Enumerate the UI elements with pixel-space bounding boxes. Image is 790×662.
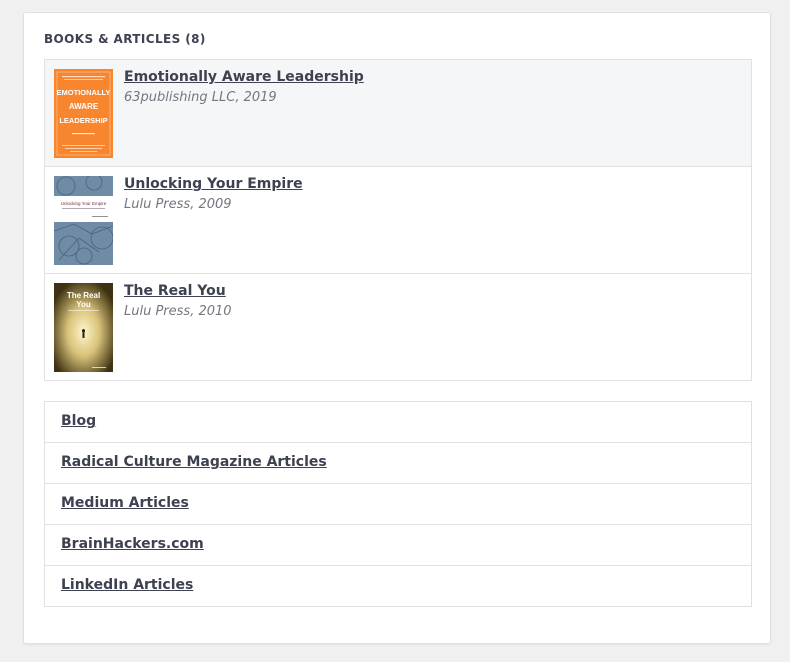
link-row-linkedin: LinkedIn Articles <box>45 565 751 606</box>
medium-articles-link[interactable]: Medium Articles <box>61 495 189 511</box>
svg-text:AWARE: AWARE <box>69 102 99 111</box>
link-row-medium: Medium Articles <box>45 483 751 524</box>
radical-culture-magazine-link[interactable]: Radical Culture Magazine Articles <box>61 454 327 470</box>
book-cover-image[interactable]: EMOTIONALLY AWARE LEADERSHIP <box>54 69 113 158</box>
book-item: Unlocking Your Empire Unlocking Your Emp… <box>45 166 751 273</box>
book-item: The Real You The Real You Lulu Press, 20… <box>45 273 751 380</box>
svg-text:The Real: The Real <box>67 291 100 300</box>
link-row-blog: Blog <box>45 402 751 442</box>
link-row-brainhackers: BrainHackers.com <box>45 524 751 565</box>
book-cover-image[interactable]: The Real You <box>54 283 113 372</box>
link-row-radical-culture: Radical Culture Magazine Articles <box>45 442 751 483</box>
article-link-list: Blog Radical Culture Magazine Articles M… <box>44 401 752 607</box>
linkedin-articles-link[interactable]: LinkedIn Articles <box>61 577 193 593</box>
book-list: EMOTIONALLY AWARE LEADERSHIP Emotionally… <box>44 59 752 381</box>
book-title-link[interactable]: Unlocking Your Empire <box>124 176 303 192</box>
book-item: EMOTIONALLY AWARE LEADERSHIP Emotionally… <box>45 60 751 166</box>
svg-text:LEADERSHIP: LEADERSHIP <box>59 116 107 125</box>
section-title: BOOKS & ARTICLES (8) <box>44 32 206 46</box>
book-publisher-year: 63publishing LLC, 2019 <box>124 90 277 105</box>
book-cover-image[interactable]: Unlocking Your Empire <box>54 176 113 265</box>
book-title-link[interactable]: Emotionally Aware Leadership <box>124 69 364 85</box>
brainhackers-link[interactable]: BrainHackers.com <box>61 536 204 552</box>
svg-text:Unlocking Your Empire: Unlocking Your Empire <box>61 201 107 206</box>
book-publisher-year: Lulu Press, 2010 <box>124 304 232 319</box>
book-publisher-year: Lulu Press, 2009 <box>124 197 232 212</box>
books-articles-card: BOOKS & ARTICLES (8) EMOTIONALLY AWARE L… <box>23 12 771 644</box>
blog-link[interactable]: Blog <box>61 413 96 429</box>
svg-text:EMOTIONALLY: EMOTIONALLY <box>57 88 111 97</box>
svg-text:You: You <box>76 300 91 309</box>
book-title-link[interactable]: The Real You <box>124 283 226 299</box>
